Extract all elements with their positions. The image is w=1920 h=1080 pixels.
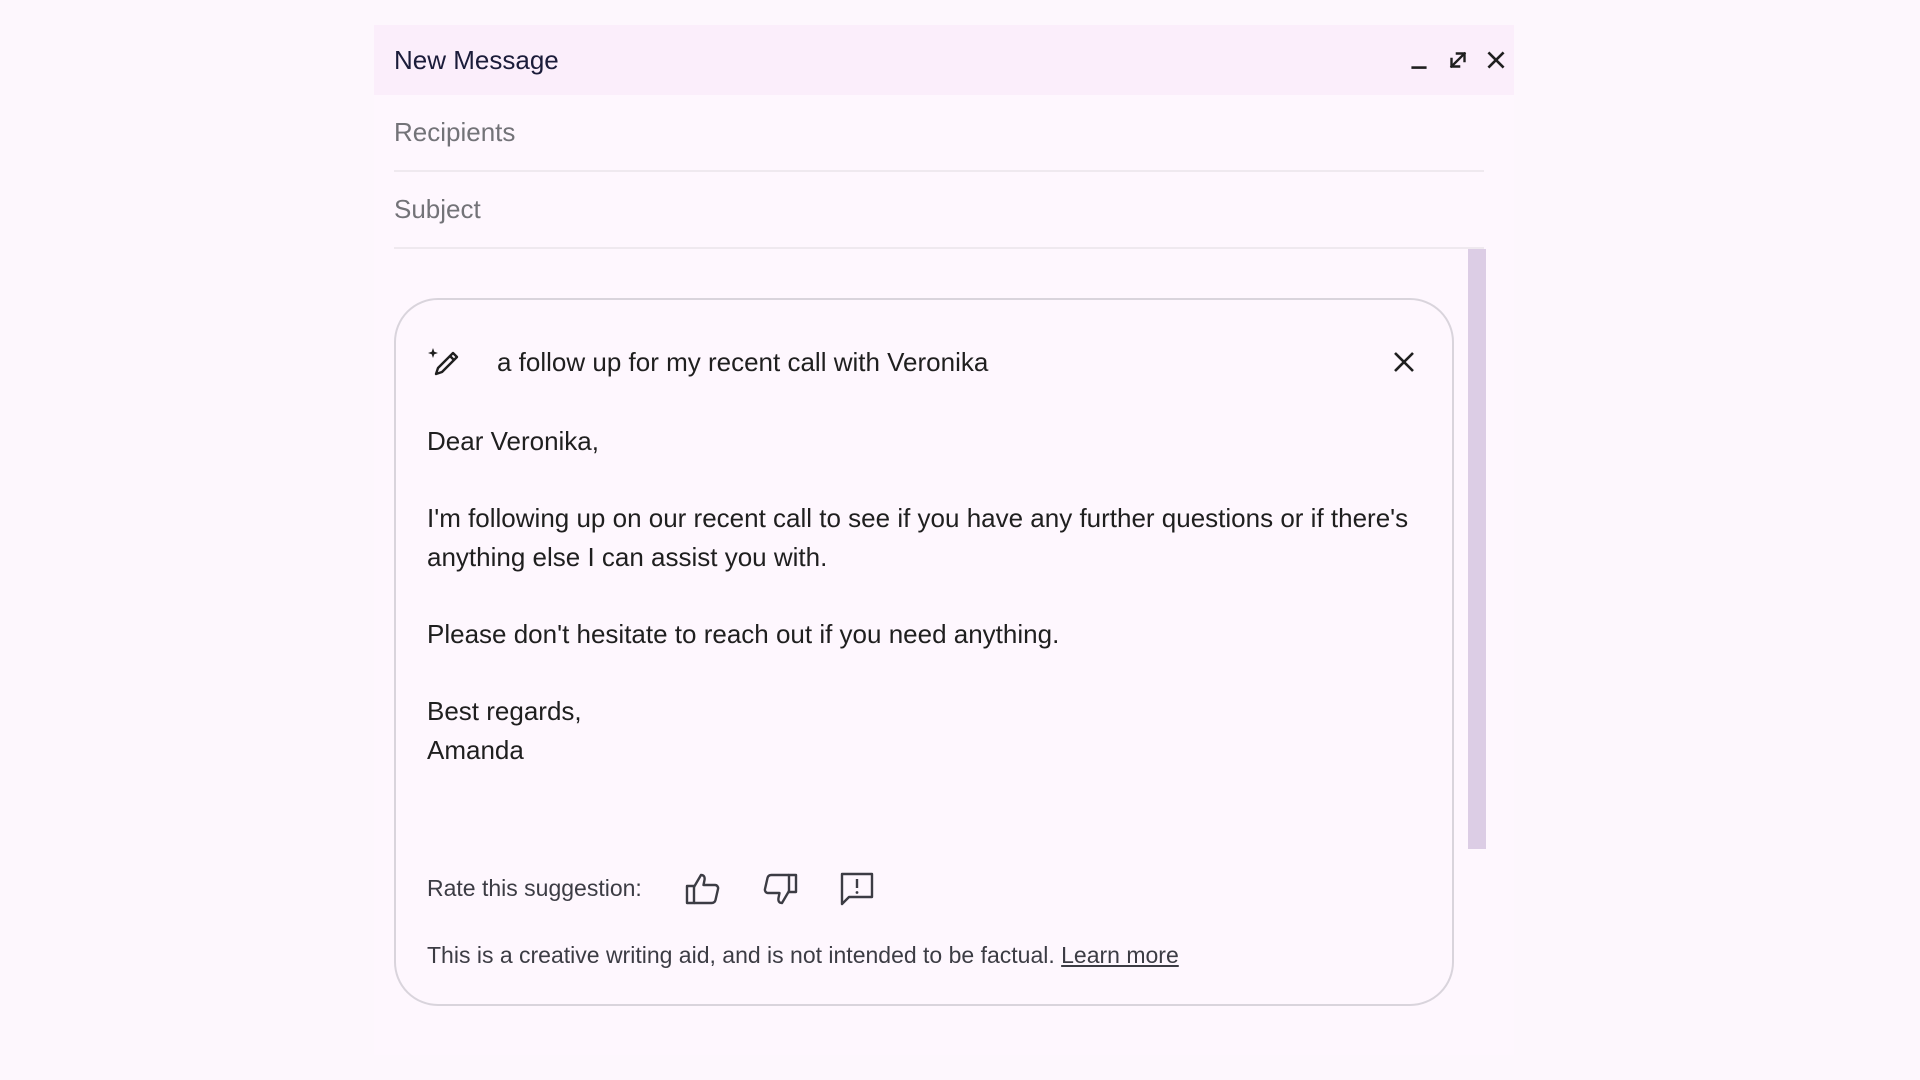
recipients-field[interactable]: Recipients <box>394 95 1484 172</box>
body-paragraph: Please don't hesitate to reach out if yo… <box>427 619 1060 649</box>
expand-icon[interactable] <box>1440 42 1476 78</box>
greeting: Dear Veronika, <box>427 426 599 456</box>
learn-more-link[interactable]: Learn more <box>1061 942 1179 968</box>
subject-field[interactable]: Subject <box>394 172 1484 249</box>
subject-placeholder: Subject <box>394 194 481 224</box>
close-icon[interactable] <box>1478 42 1514 78</box>
prompt-row: a follow up for my recent call with Vero… <box>396 300 1456 420</box>
thumbs-up-icon[interactable] <box>683 869 723 909</box>
minimize-icon[interactable] <box>1401 42 1437 78</box>
compose-titlebar[interactable]: New Message <box>374 25 1514 95</box>
compose-window: New Message Recipients Subject a follow … <box>374 25 1514 1055</box>
help-me-write-card: a follow up for my recent call with Vero… <box>394 298 1454 1006</box>
close-icon[interactable] <box>1386 344 1422 380</box>
prompt-text[interactable]: a follow up for my recent call with Vero… <box>497 344 988 380</box>
closing: Best regards, <box>427 696 582 726</box>
compose-title: New Message <box>394 45 559 75</box>
scrollbar[interactable] <box>1468 249 1486 849</box>
thumbs-down-icon[interactable] <box>760 869 800 909</box>
rate-label: Rate this suggestion: <box>427 875 642 901</box>
body-paragraph: I'm following up on our recent call to s… <box>427 503 1409 572</box>
disclaimer: This is a creative writing aid, and is n… <box>427 938 1179 972</box>
magic-pen-icon <box>428 348 459 376</box>
suggested-email-body[interactable]: Dear Veronika, I'm following up on our r… <box>427 422 1427 770</box>
rate-row: Rate this suggestion: <box>427 865 1027 911</box>
report-feedback-icon[interactable] <box>837 869 877 909</box>
disclaimer-text: This is a creative writing aid, and is n… <box>427 942 1055 968</box>
signature: Amanda <box>427 735 524 765</box>
recipients-placeholder: Recipients <box>394 117 516 147</box>
